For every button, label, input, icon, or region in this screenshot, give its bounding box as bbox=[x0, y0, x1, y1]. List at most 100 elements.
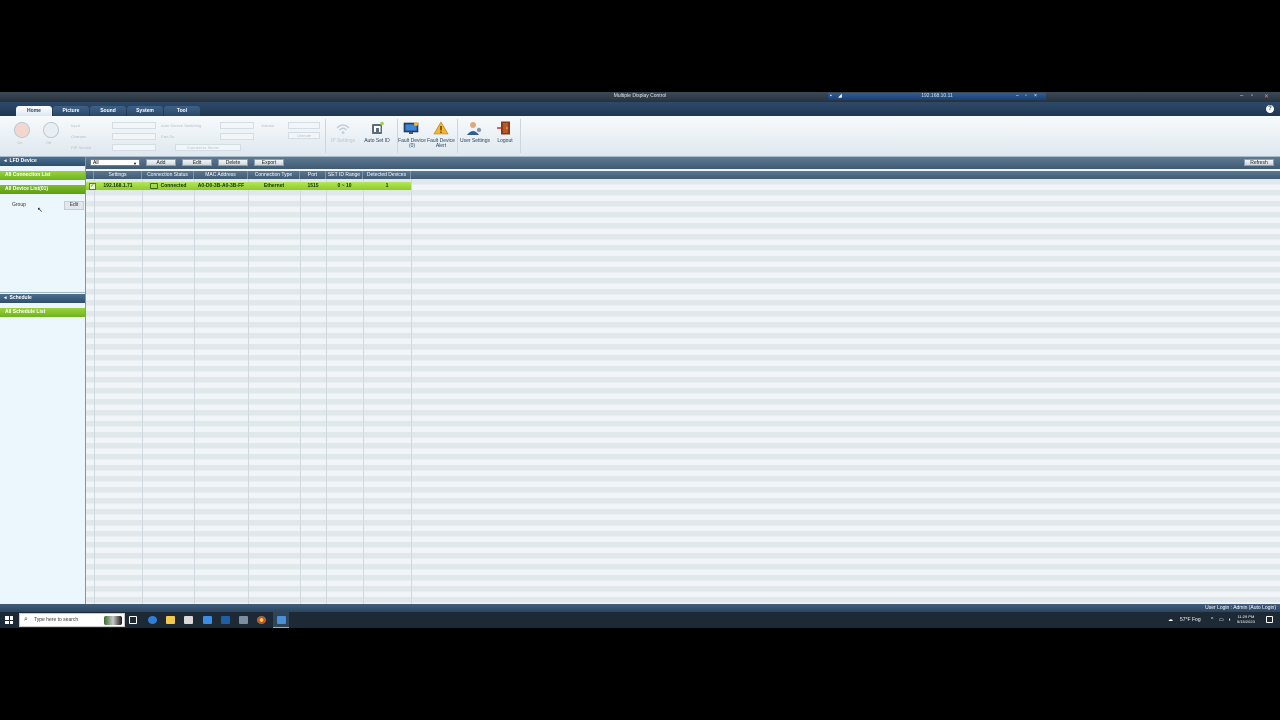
tab-picture[interactable]: Picture bbox=[53, 106, 89, 116]
volume-field[interactable] bbox=[288, 122, 320, 129]
device-toolbar: All ▼ Add Edit Delete Export Refresh bbox=[86, 157, 1280, 169]
all-connection-list-item[interactable]: All Connection List bbox=[0, 171, 85, 180]
tab-tool[interactable]: Tool bbox=[164, 106, 200, 116]
column-header[interactable]: SET ID Range bbox=[326, 171, 363, 179]
search-icon: ⌕ bbox=[24, 616, 28, 623]
weather-icon[interactable]: ☁ bbox=[1168, 612, 1173, 628]
search-highlight-image bbox=[104, 616, 122, 625]
ip-settings-label: IP Settings bbox=[330, 138, 356, 144]
tab-sound[interactable]: Sound bbox=[90, 106, 126, 116]
tab-home[interactable]: Home bbox=[16, 106, 52, 116]
delete-button[interactable]: Delete bbox=[218, 159, 248, 166]
volume-label: Volume bbox=[261, 123, 275, 128]
panel-divider bbox=[0, 292, 85, 293]
cell-connection-status: Connected bbox=[142, 182, 194, 190]
show-hidden-icons-icon[interactable]: ^ bbox=[1211, 612, 1213, 628]
weather-text[interactable]: 57°F Fog bbox=[1180, 612, 1201, 628]
channel-field[interactable] bbox=[112, 133, 156, 140]
power-off-label: Off bbox=[46, 140, 52, 145]
column-header[interactable]: Connection Type bbox=[248, 171, 300, 179]
all-schedule-list-item[interactable]: All Schedule List bbox=[0, 308, 85, 317]
column-header[interactable]: Connection Status bbox=[142, 171, 194, 179]
store-icon[interactable] bbox=[184, 616, 193, 624]
remote-minimize-icon[interactable]: – bbox=[1016, 93, 1019, 99]
input-select[interactable] bbox=[112, 122, 156, 129]
mouse-cursor-icon: ↖ bbox=[37, 207, 43, 214]
tab-system[interactable]: System bbox=[127, 106, 163, 116]
export-button[interactable]: Export bbox=[254, 159, 284, 166]
add-button[interactable]: Add bbox=[146, 159, 176, 166]
cell-set-id-range: 0 ~ 10 bbox=[337, 183, 352, 189]
left-navigation-panel: ◂ LFD Device All Connection List All Devi… bbox=[0, 157, 86, 604]
logout-label: Logout bbox=[497, 138, 513, 144]
power-on-label: On bbox=[17, 140, 23, 145]
login-status: User Login : Admin (Auto Login) bbox=[1205, 605, 1276, 611]
remote-restore-icon[interactable]: ▫ bbox=[1025, 93, 1027, 99]
all-connection-list-label: All Connection List bbox=[5, 172, 51, 178]
active-task-highlight[interactable] bbox=[273, 612, 289, 628]
taskbar-search-input[interactable]: ⌕ Type here to search bbox=[19, 613, 125, 627]
connected-icon bbox=[149, 182, 158, 189]
lfd-device-header[interactable]: ◂ LFD Device bbox=[0, 157, 85, 166]
task-view-icon[interactable] bbox=[129, 616, 137, 624]
volume-icon[interactable]: ◖ bbox=[1228, 612, 1231, 628]
minimize-icon[interactable]: – bbox=[1240, 93, 1243, 99]
help-icon[interactable]: ? bbox=[1266, 105, 1274, 113]
app-icon[interactable] bbox=[239, 616, 248, 624]
group-label: Group bbox=[12, 202, 26, 208]
schedule-header[interactable]: ◂ Schedule bbox=[0, 294, 85, 303]
logout-icon[interactable] bbox=[497, 121, 513, 135]
fault-alert-label: Fault Device Alert bbox=[427, 138, 455, 149]
edge-browser-icon[interactable] bbox=[148, 616, 157, 624]
notifications-icon[interactable] bbox=[1266, 616, 1273, 623]
auto-set-id-icon[interactable] bbox=[369, 121, 385, 135]
filter-value: All bbox=[93, 160, 99, 166]
title-bar: Multiple Display Control ▪ ◢ 192.168.10.… bbox=[0, 92, 1280, 102]
pip-source-select[interactable] bbox=[112, 144, 156, 151]
mail-icon[interactable] bbox=[203, 616, 212, 624]
auto-source-label: Auto Source Switching bbox=[161, 123, 202, 128]
windows-start-icon[interactable] bbox=[5, 616, 13, 624]
column-header[interactable]: Settings bbox=[94, 171, 142, 179]
network-icon[interactable]: ▭ bbox=[1219, 612, 1224, 628]
status-bar: User Login : Admin (Auto Login) bbox=[0, 604, 1280, 612]
close-icon[interactable]: ✕ bbox=[1264, 93, 1269, 100]
all-device-list-item[interactable]: All Device List(01) bbox=[0, 185, 85, 194]
chevron-down-icon: ▼ bbox=[133, 161, 137, 166]
taskbar-clock[interactable]: 11:29 PM 5/15/2023 bbox=[1237, 614, 1255, 624]
group-edit-button[interactable]: Edit bbox=[64, 201, 84, 210]
fault-device-icon[interactable] bbox=[403, 121, 419, 135]
fan-select[interactable] bbox=[220, 133, 254, 140]
auto-source-select[interactable] bbox=[220, 122, 254, 129]
chrome-browser-icon[interactable] bbox=[257, 616, 266, 624]
connection-status-text: Connected bbox=[160, 183, 187, 189]
power-off-icon[interactable] bbox=[43, 122, 59, 138]
cell-connection-type: Ethernet bbox=[263, 183, 285, 189]
table-row[interactable]: ✓ 192.168.1.71 Connected A0-D0-3B-A0-3B-… bbox=[86, 182, 411, 190]
remote-desktop-icon[interactable] bbox=[221, 616, 230, 624]
column-divider bbox=[248, 179, 249, 604]
remote-connection-bar[interactable]: ▪ ◢ 192.168.10.11 – ▫ × bbox=[828, 93, 1046, 100]
column-divider bbox=[411, 179, 412, 604]
edit-button[interactable]: Edit bbox=[182, 159, 212, 166]
column-header[interactable]: MAC Address bbox=[194, 171, 248, 179]
remote-close-icon[interactable]: × bbox=[1034, 93, 1037, 99]
multiple-display-control-icon[interactable] bbox=[277, 616, 286, 624]
file-explorer-icon[interactable] bbox=[166, 616, 175, 624]
maximize-icon[interactable]: ▫ bbox=[1251, 93, 1253, 99]
schedule-title: Schedule bbox=[9, 295, 32, 301]
column-header[interactable]: Port bbox=[300, 171, 326, 179]
windows-taskbar: ⌕ Type here to search ☁ 57°F Fog ^ ▭ ◖ 1… bbox=[0, 612, 1280, 628]
wifi-icon[interactable] bbox=[335, 122, 351, 136]
column-header[interactable]: Detected Devices bbox=[363, 171, 411, 179]
clock-date: 5/15/2023 bbox=[1237, 619, 1255, 624]
refresh-button[interactable]: Refresh bbox=[1244, 159, 1274, 166]
select-column-header[interactable] bbox=[86, 171, 94, 179]
filter-select[interactable]: All ▼ bbox=[90, 159, 140, 166]
user-settings-icon[interactable] bbox=[466, 121, 482, 135]
fault-alert-icon[interactable] bbox=[433, 121, 449, 135]
fault-device-label: Fault Device (0) bbox=[398, 138, 426, 149]
remote-ip: 192.168.10.11 bbox=[921, 93, 953, 99]
column-divider bbox=[300, 179, 301, 604]
power-on-icon[interactable] bbox=[14, 122, 30, 138]
